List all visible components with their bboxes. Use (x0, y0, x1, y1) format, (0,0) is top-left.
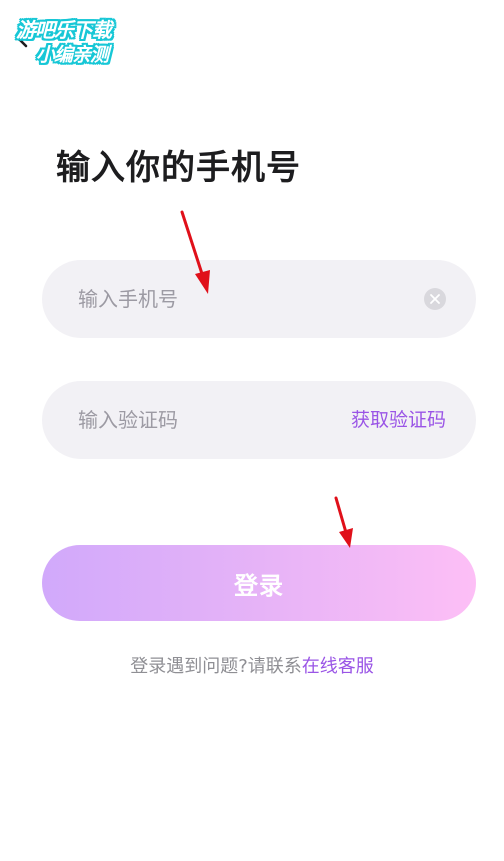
phone-field-container (42, 260, 476, 338)
customer-service-link[interactable]: 在线客服 (302, 656, 374, 677)
clear-icon[interactable] (424, 288, 446, 310)
red-arrow-icon (334, 496, 353, 548)
page-title: 输入你的手机号 (56, 148, 301, 188)
get-code-button[interactable]: 获取验证码 (351, 381, 446, 459)
help-text: 登录遇到问题?请联系 (130, 656, 302, 677)
code-input[interactable] (78, 381, 338, 459)
phone-input[interactable] (78, 260, 438, 338)
help-line: 登录遇到问题?请联系在线客服 (0, 652, 504, 678)
watermark-line2: 小编亲测 (36, 44, 109, 66)
watermark-line1: 游吧乐下载 (16, 18, 112, 42)
watermark-logo: 游吧乐下载 小编亲测 (14, 8, 154, 66)
code-field-container: 获取验证码 (42, 381, 476, 459)
login-button[interactable]: 登录 (42, 545, 476, 621)
